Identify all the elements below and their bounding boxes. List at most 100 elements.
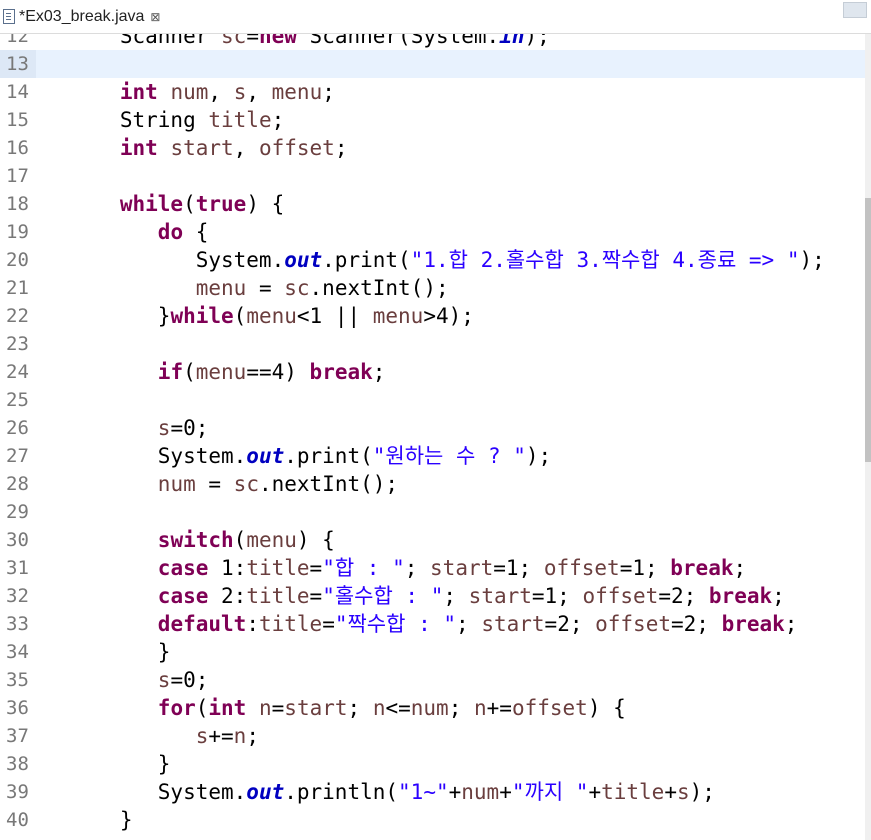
- code-line[interactable]: 27 System.out.print("원하는 수 ? ");: [0, 442, 865, 470]
- code-token: ;: [246, 724, 259, 748]
- scrollbar-thumb[interactable]: [865, 198, 871, 462]
- code-token: System.: [44, 780, 247, 804]
- code-token: true: [195, 192, 247, 216]
- code-line[interactable]: 23: [0, 330, 865, 358]
- code-token: s: [195, 724, 209, 748]
- code-token: if: [157, 360, 184, 384]
- code-line[interactable]: 32 case 2:title="홀수합 : "; start=1; offse…: [0, 582, 865, 610]
- code-token: num: [157, 472, 196, 496]
- code-line[interactable]: 39 System.out.println("1~"+num+"까지 "+tit…: [0, 778, 865, 806]
- code-token: title: [246, 556, 310, 580]
- code-editor[interactable]: 12 Scanner sc=new Scanner(System.in); 13 1…: [0, 34, 871, 840]
- code-token: case: [157, 584, 209, 608]
- code-token: =1;: [493, 556, 544, 580]
- java-file-icon: [3, 9, 15, 24]
- code-text: }while(menu<1 || menu>4);: [44, 302, 474, 330]
- code-line[interactable]: 12 Scanner sc=new Scanner(System.in);: [0, 34, 865, 50]
- code-token: =0;: [170, 416, 209, 440]
- code-text: s+=n;: [44, 722, 259, 750]
- code-line[interactable]: 29: [0, 498, 865, 526]
- code-line[interactable]: 16 int start, offset;: [0, 134, 865, 162]
- code-token: start: [430, 556, 494, 580]
- code-token: .print(: [284, 444, 373, 468]
- code-token: offset: [511, 696, 588, 720]
- close-tab-icon[interactable]: ⊠: [150, 10, 160, 24]
- code-token: ;: [733, 556, 747, 580]
- code-token: while: [170, 304, 234, 328]
- code-token: ) {: [246, 192, 285, 216]
- code-line[interactable]: 19 do {: [0, 218, 865, 246]
- code-line[interactable]: 22 }while(menu<1 || menu>4);: [0, 302, 865, 330]
- code-token: "1.합 2.홀수합 3.짝수합 4.종료 => ": [410, 248, 800, 272]
- line-number: 38: [6, 753, 29, 775]
- code-token: start: [170, 136, 234, 160]
- editor-tab[interactable]: *Ex03_break.java ⊠: [0, 0, 178, 33]
- code-line[interactable]: 34 }: [0, 638, 865, 666]
- code-token: .nextInt();: [309, 276, 449, 300]
- code-text: int num, s, menu;: [44, 78, 335, 106]
- code-token: s: [157, 668, 171, 692]
- code-token: +: [499, 780, 512, 804]
- line-number: 28: [6, 473, 29, 495]
- code-token: break: [309, 360, 373, 384]
- code-token: menu: [195, 276, 247, 300]
- line-number: 32: [6, 585, 29, 607]
- line-number: 16: [6, 137, 29, 159]
- code-token: s: [157, 416, 171, 440]
- code-token: ;: [443, 584, 469, 608]
- code-token: title: [208, 108, 272, 132]
- code-token: while: [119, 192, 184, 216]
- code-token: (: [183, 192, 196, 216]
- code-line[interactable]: 24 if(menu==4) break;: [0, 358, 865, 386]
- code-line[interactable]: 17: [0, 162, 865, 190]
- vertical-scrollbar[interactable]: [865, 34, 871, 840]
- code-token: start: [468, 584, 532, 608]
- code-line[interactable]: 25: [0, 386, 865, 414]
- code-token: offset: [595, 612, 671, 636]
- minimize-maximize-icon[interactable]: [843, 2, 867, 18]
- code-token: n: [372, 696, 386, 720]
- code-token: sc: [221, 34, 247, 48]
- code-token: ;: [347, 696, 373, 720]
- code-token: (: [233, 304, 247, 328]
- code-line[interactable]: 20 System.out.print("1.합 2.홀수합 3.짝수합 4.종…: [0, 246, 865, 274]
- code-token: 2:: [208, 584, 247, 608]
- code-line[interactable]: 38 }: [0, 750, 865, 778]
- code-line[interactable]: 18 while(true) {: [0, 190, 865, 218]
- code-token: menu: [271, 80, 323, 104]
- code-line[interactable]: 21 menu = sc.nextInt();: [0, 274, 865, 302]
- code-line[interactable]: 37 s+=n;: [0, 722, 865, 750]
- line-number: 26: [6, 417, 29, 439]
- line-number: 14: [6, 81, 29, 103]
- code-line[interactable]: 26 s=0;: [0, 414, 865, 442]
- code-token: +=: [486, 696, 512, 720]
- code-line[interactable]: 31 case 1:title="합 : "; start=1; offset=…: [0, 554, 865, 582]
- code-token: for: [157, 696, 196, 720]
- code-line[interactable]: 33 default:title="짝수합 : "; start=2; offs…: [0, 610, 865, 638]
- code-text: for(int n=start; n<=num; n+=offset) {: [44, 694, 626, 722]
- code-token: ,: [233, 136, 259, 160]
- code-line[interactable]: 15 String title;: [0, 106, 865, 134]
- code-line[interactable]: 36 for(int n=start; n<=num; n+=offset) {: [0, 694, 865, 722]
- line-number: 34: [6, 641, 29, 663]
- code-line[interactable]: 40 }: [0, 806, 865, 834]
- code-token: s: [233, 80, 247, 104]
- code-line[interactable]: 35 s=0;: [0, 666, 865, 694]
- code-line[interactable]: 28 num = sc.nextInt();: [0, 470, 865, 498]
- code-text: while(true) {: [44, 190, 284, 218]
- code-token: offset: [543, 556, 620, 580]
- code-line[interactable]: 14 int num, s, menu;: [0, 78, 865, 106]
- code-token: :: [246, 612, 259, 636]
- code-line[interactable]: 30 switch(menu) {: [0, 526, 865, 554]
- code-token: n: [474, 696, 487, 720]
- code-token: ;: [456, 612, 482, 636]
- code-token: +: [448, 780, 462, 804]
- code-token: =: [271, 696, 285, 720]
- code-line[interactable]: 13: [0, 50, 865, 78]
- code-token: }: [44, 808, 133, 832]
- code-text: System.out.print("1.합 2.홀수합 3.짝수합 4.종료 =…: [44, 246, 825, 274]
- code-text: num = sc.nextInt();: [44, 470, 398, 498]
